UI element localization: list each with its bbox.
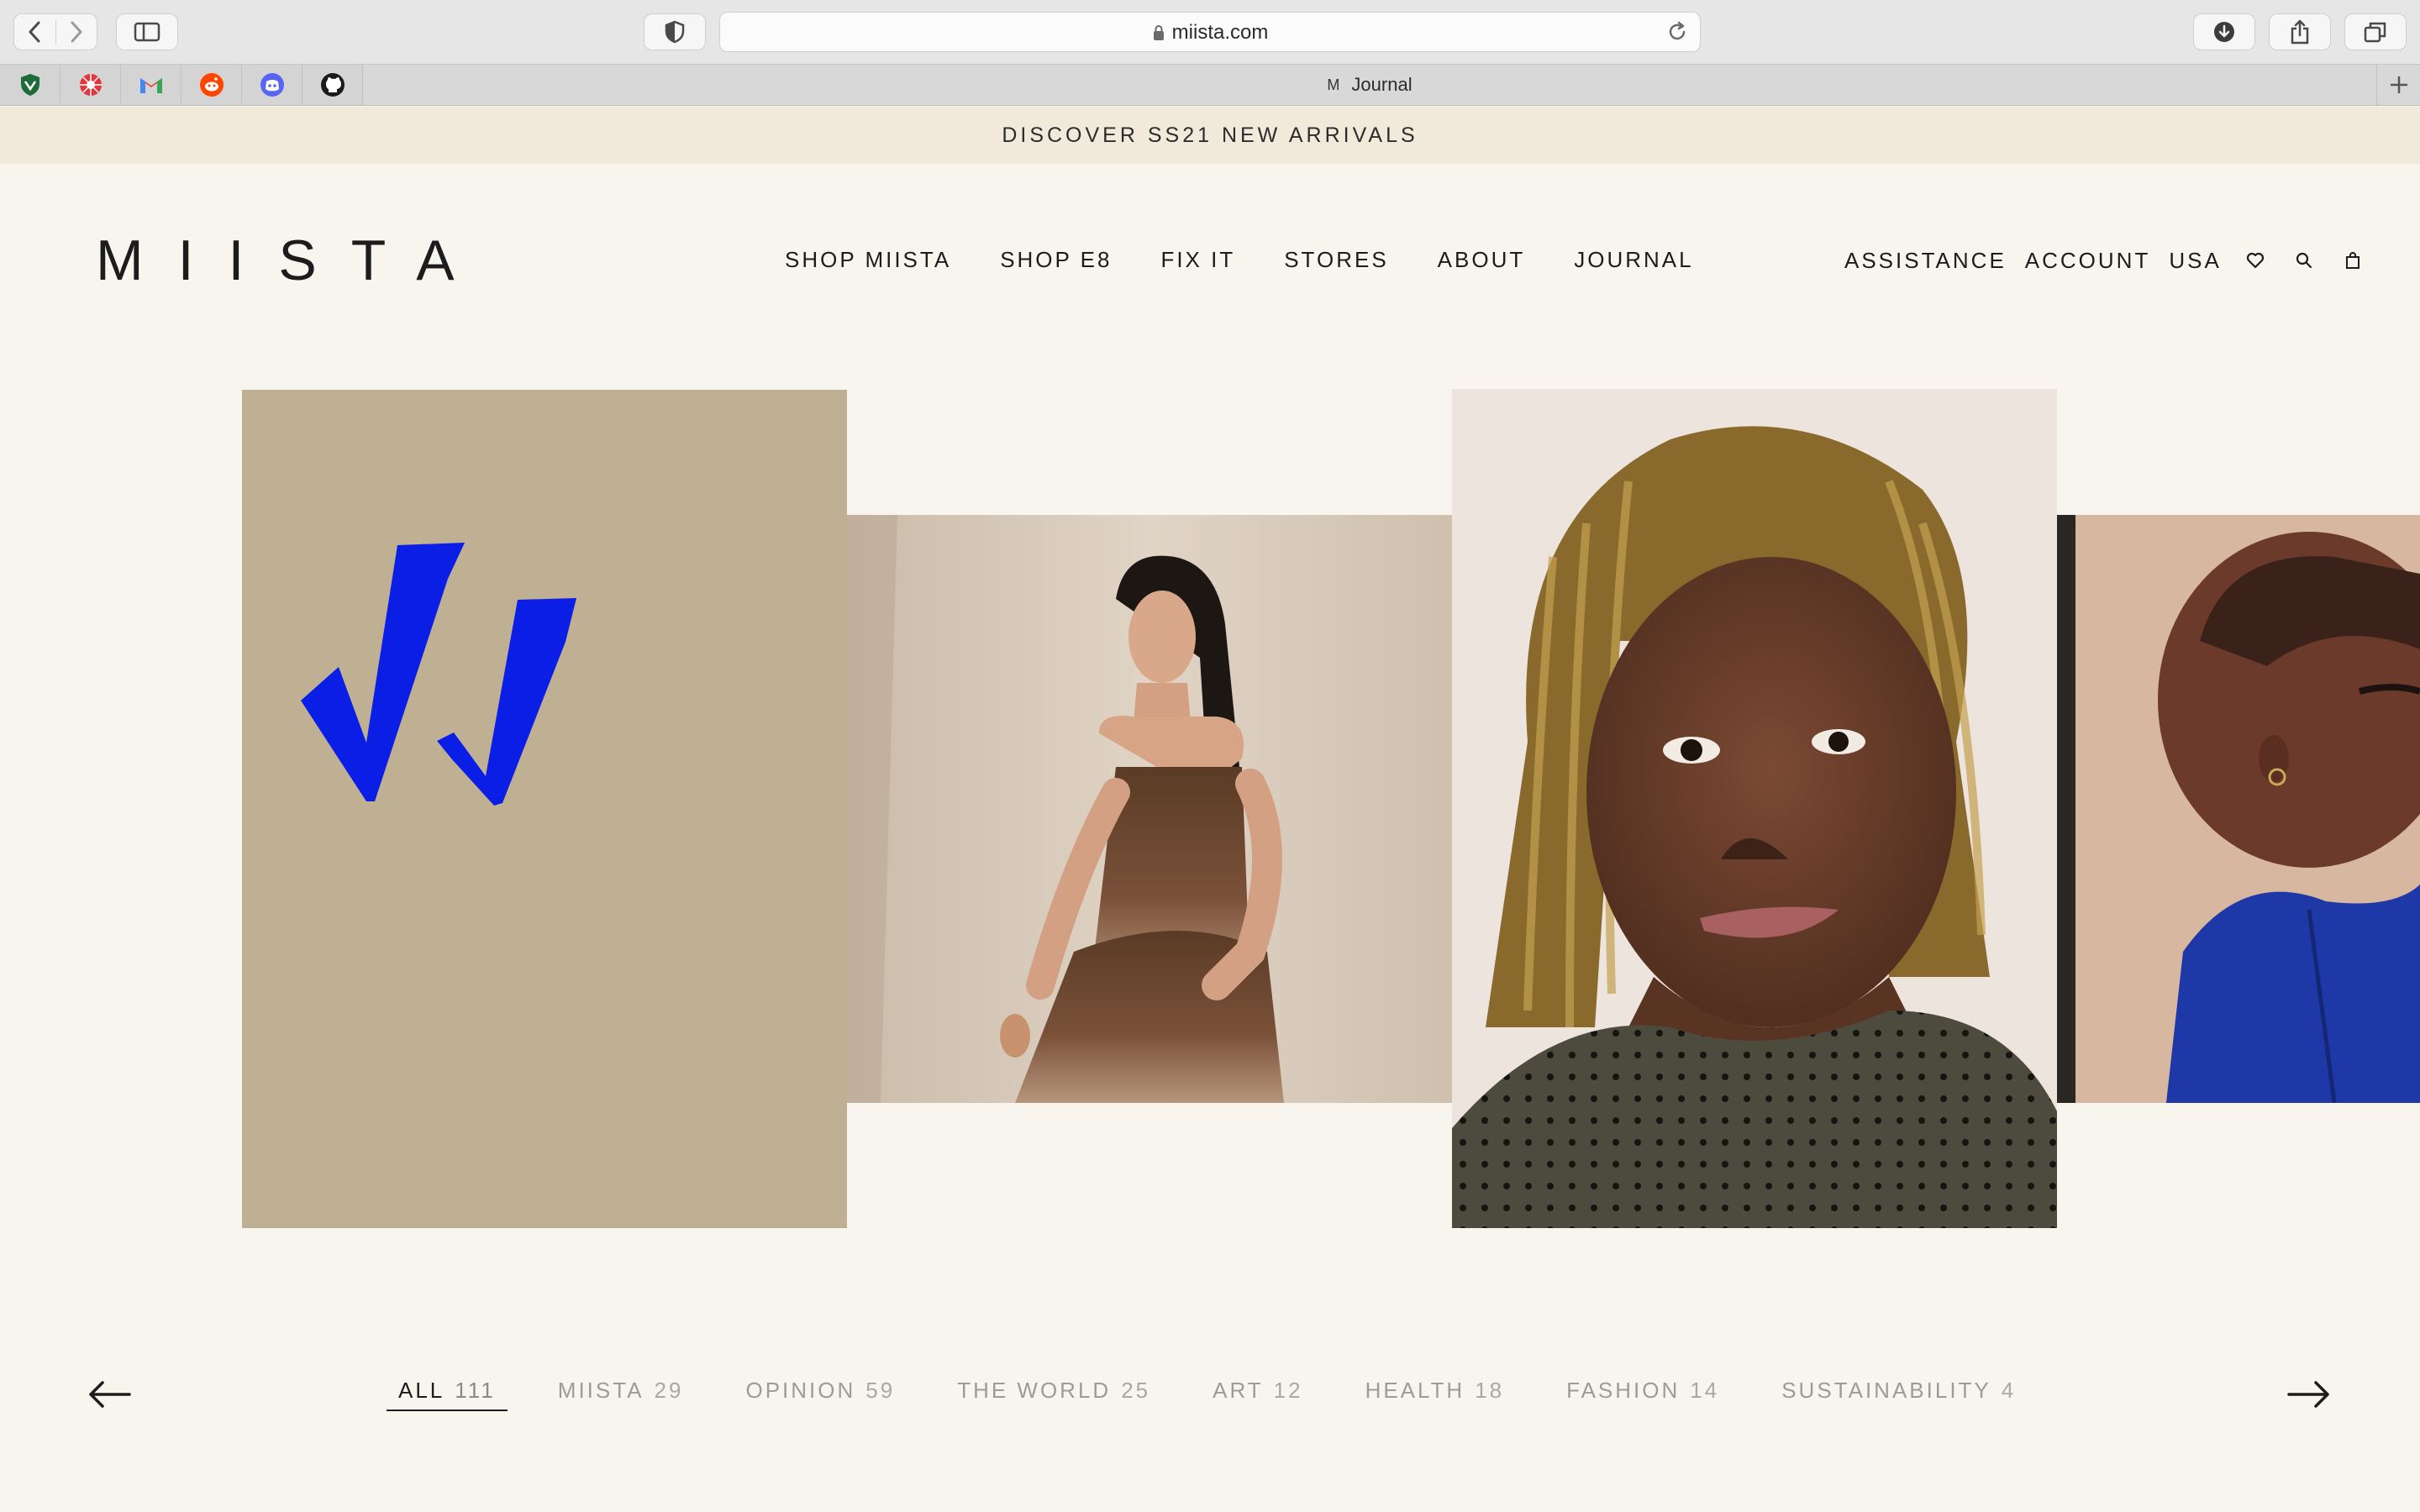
tab-overview-button[interactable] bbox=[2344, 13, 2407, 50]
journal-category-filter: ALL 111 MIISTA 29 OPINION 59 THE WORLD 2… bbox=[387, 1378, 2066, 1415]
active-tab[interactable]: M Journal bbox=[363, 65, 2376, 105]
address-bar[interactable]: miista.com bbox=[719, 12, 1701, 52]
new-tab-button[interactable] bbox=[2376, 65, 2420, 105]
woman-blue-shirt-photo[interactable] bbox=[2057, 515, 2420, 1103]
next-arrow-button[interactable] bbox=[2286, 1378, 2333, 1411]
nav-shop-e8[interactable]: SHOP E8 bbox=[1000, 247, 1112, 273]
arrow-left-icon bbox=[89, 1381, 131, 1408]
chevron-right-icon bbox=[71, 21, 82, 43]
category-label: ART bbox=[1213, 1378, 1264, 1403]
chevron-left-icon bbox=[29, 21, 40, 43]
reddit-favicon-icon bbox=[199, 73, 224, 97]
category-count: 111 bbox=[455, 1378, 496, 1403]
pinned-tab-gmail[interactable] bbox=[121, 65, 182, 105]
nav-account[interactable]: ACCOUNT bbox=[2025, 248, 2151, 274]
plus-icon bbox=[2390, 76, 2407, 93]
tab-bar: M Journal bbox=[0, 64, 2420, 106]
pinned-tab-discord[interactable] bbox=[242, 65, 302, 105]
tab-title: Journal bbox=[1351, 74, 1413, 95]
history-nav bbox=[13, 13, 97, 50]
pinned-tab-pinwheel[interactable] bbox=[60, 65, 121, 105]
downloads-button[interactable] bbox=[2193, 13, 2255, 50]
portrait-image bbox=[847, 515, 1452, 1103]
category-all[interactable]: ALL 111 bbox=[387, 1378, 508, 1415]
category-fashion[interactable]: FASHION 14 bbox=[1555, 1378, 1731, 1415]
back-button[interactable] bbox=[14, 14, 55, 50]
nav-journal[interactable]: JOURNAL bbox=[1574, 247, 1693, 273]
tabs-icon bbox=[2364, 22, 2386, 43]
utility-nav: ASSISTANCE ACCOUNT USA bbox=[1844, 247, 2368, 274]
share-button[interactable] bbox=[2269, 13, 2331, 50]
search-button[interactable] bbox=[2289, 247, 2319, 274]
category-label: MIISTA bbox=[557, 1378, 644, 1403]
nav-fix-it[interactable]: FIX IT bbox=[1160, 247, 1235, 273]
privacy-report-button[interactable] bbox=[644, 13, 706, 50]
pinned-tab-reddit[interactable] bbox=[182, 65, 242, 105]
category-count: 14 bbox=[1690, 1378, 1720, 1403]
category-label: HEALTH bbox=[1365, 1378, 1465, 1403]
category-art[interactable]: ART 12 bbox=[1201, 1378, 1314, 1415]
category-count: 4 bbox=[2001, 1378, 2017, 1403]
category-label: OPINION bbox=[745, 1378, 856, 1403]
previous-arrow-button[interactable] bbox=[86, 1378, 133, 1411]
category-count: 12 bbox=[1273, 1378, 1303, 1403]
arrow-right-icon bbox=[2287, 1381, 2329, 1408]
category-sustainability[interactable]: SUSTAINABILITY 4 bbox=[1770, 1378, 2028, 1415]
category-count: 25 bbox=[1121, 1378, 1151, 1403]
shield-icon bbox=[665, 20, 685, 44]
category-count: 18 bbox=[1475, 1378, 1505, 1403]
category-the-world[interactable]: THE WORLD 25 bbox=[945, 1378, 1162, 1415]
promo-text: DISCOVER SS21 NEW ARRIVALS bbox=[1002, 123, 1418, 147]
woman-strapless-dress-photo[interactable] bbox=[847, 515, 1452, 1103]
download-icon bbox=[2214, 22, 2234, 42]
gmail-favicon-icon bbox=[139, 78, 162, 93]
url-text: miista.com bbox=[1171, 21, 1269, 44]
main-nav: SHOP MIISTA SHOP E8 FIX IT STORES ABOUT … bbox=[785, 247, 1694, 273]
lock-icon bbox=[1153, 25, 1164, 40]
forward-button[interactable] bbox=[55, 14, 97, 50]
category-miista[interactable]: MIISTA 29 bbox=[546, 1378, 696, 1415]
nav-stores[interactable]: STORES bbox=[1284, 247, 1388, 273]
nav-assistance[interactable]: ASSISTANCE bbox=[1844, 248, 2007, 274]
category-label: ALL bbox=[398, 1378, 445, 1403]
category-label: THE WORLD bbox=[957, 1378, 1112, 1403]
vv-brush-logo bbox=[301, 543, 576, 806]
shield-favicon-icon bbox=[20, 74, 39, 96]
tab-favicon: M bbox=[1327, 76, 1340, 93]
region-selector[interactable]: USA bbox=[2169, 248, 2221, 274]
reload-icon[interactable] bbox=[1666, 21, 1688, 43]
sidebar-icon bbox=[134, 22, 160, 42]
pinned-tab-shield[interactable] bbox=[0, 65, 60, 105]
nav-about[interactable]: ABOUT bbox=[1438, 247, 1526, 273]
category-count: 59 bbox=[865, 1378, 896, 1403]
nav-shop-miista[interactable]: SHOP MIISTA bbox=[785, 247, 951, 273]
browser-toolbar: miista.com bbox=[0, 0, 2420, 64]
wishlist-button[interactable] bbox=[2240, 247, 2270, 274]
sidebar-toggle-button[interactable] bbox=[116, 13, 178, 50]
pinned-tabs bbox=[0, 65, 363, 105]
shopping-bag-icon bbox=[2345, 252, 2360, 269]
pinwheel-favicon-icon bbox=[79, 74, 102, 96]
category-label: SUSTAINABILITY bbox=[1781, 1378, 1991, 1403]
vv-logo-card[interactable] bbox=[242, 390, 847, 1228]
heart-icon bbox=[2246, 252, 2264, 269]
promo-banner[interactable]: DISCOVER SS21 NEW ARRIVALS bbox=[0, 107, 2420, 164]
portrait-image bbox=[1452, 389, 2057, 1228]
category-count: 29 bbox=[654, 1378, 684, 1403]
category-opinion[interactable]: OPINION 59 bbox=[734, 1378, 907, 1415]
cart-button[interactable] bbox=[2338, 247, 2368, 274]
category-health[interactable]: HEALTH 18 bbox=[1354, 1378, 1517, 1415]
pinned-tab-github[interactable] bbox=[302, 65, 363, 105]
share-icon bbox=[2291, 19, 2309, 45]
site-logo[interactable]: MIISTA bbox=[96, 232, 489, 289]
github-favicon-icon bbox=[320, 73, 345, 97]
portrait-image bbox=[2057, 515, 2420, 1103]
woman-braids-portrait-photo[interactable] bbox=[1452, 389, 2057, 1228]
search-icon bbox=[2296, 252, 2312, 269]
discord-favicon-icon bbox=[260, 73, 284, 97]
category-label: FASHION bbox=[1566, 1378, 1681, 1403]
